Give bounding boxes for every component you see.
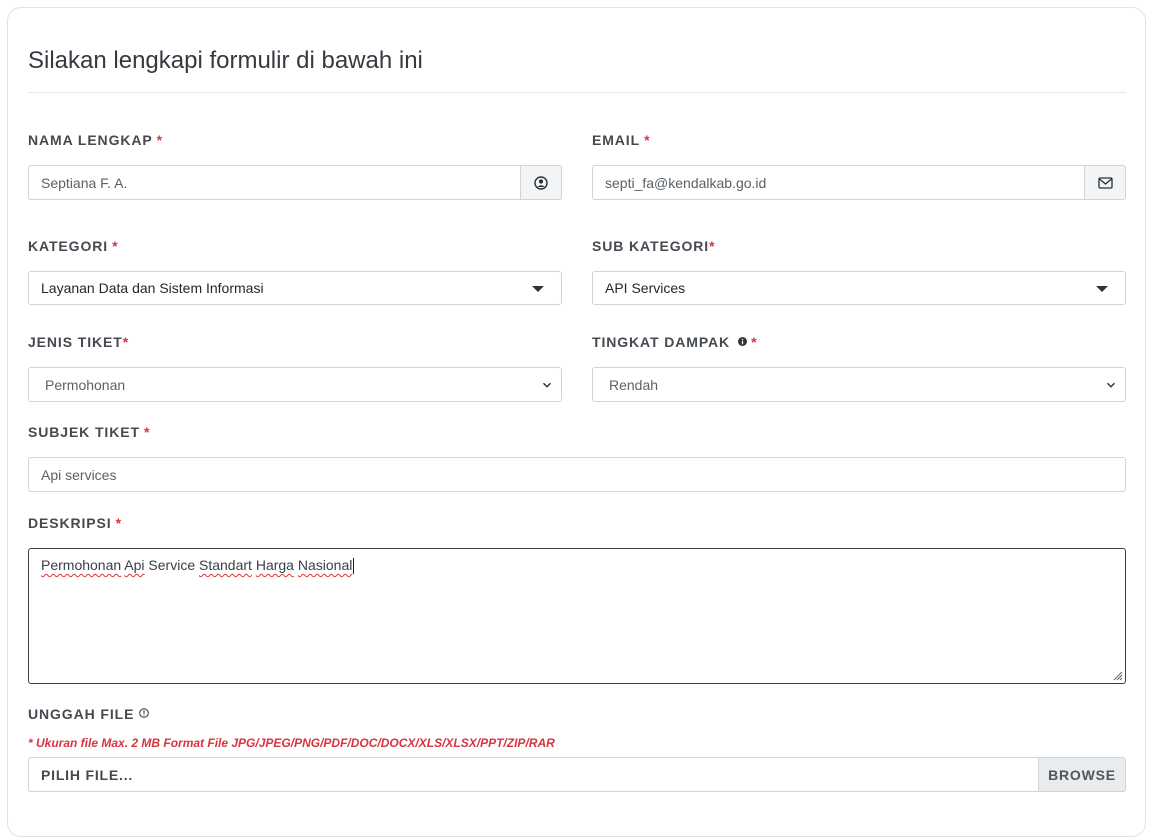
nama-label: NAMA LENGKAP * — [28, 132, 163, 148]
jenis-tiket-select[interactable]: Permohonan — [28, 367, 562, 402]
kategori-label: KATEGORI * — [28, 238, 118, 254]
deskripsi-textarea[interactable]: Permohonan Api Service Standart Harga Na… — [28, 548, 1126, 684]
info-icon — [738, 336, 748, 346]
nama-label-text: NAMA LENGKAP — [28, 132, 153, 148]
required-mark: * — [143, 424, 151, 440]
required-mark: * — [112, 238, 119, 254]
required-mark: * — [709, 238, 716, 254]
title-divider — [28, 92, 1126, 93]
sub-kategori-value: API Services — [605, 280, 686, 296]
sub-kategori-label: SUB KATEGORI* — [592, 238, 715, 254]
chevron-down-icon — [542, 382, 552, 388]
user-circle-icon — [534, 175, 548, 190]
required-mark: * — [156, 132, 163, 148]
email-input[interactable]: septi_fa@kendalkab.go.id — [592, 165, 1085, 200]
tingkat-dampak-label: TINGKAT DAMPAK * — [592, 334, 757, 350]
subjek-value: Api services — [41, 466, 117, 483]
kategori-select[interactable]: Layanan Data dan Sistem Informasi — [28, 271, 562, 305]
deskripsi-word: Standart — [199, 557, 252, 573]
required-mark: * — [751, 334, 758, 350]
unggah-label: UNGGAH FILE — [28, 706, 150, 722]
nama-input[interactable]: Septiana F. A. — [28, 165, 521, 200]
tingkat-dampak-select[interactable]: Rendah — [592, 367, 1126, 402]
tingkat-dampak-label-text: TINGKAT DAMPAK — [592, 334, 731, 350]
required-mark: * — [644, 132, 651, 148]
email-label-text: EMAIL — [592, 132, 641, 148]
sub-kategori-label-text: SUB KATEGORI — [592, 238, 710, 254]
subjek-label-text: SUBJEK TIKET — [28, 424, 140, 440]
info-outline-icon — [139, 708, 150, 719]
text-cursor — [353, 558, 355, 575]
jenis-tiket-label-text: JENIS TIKET — [28, 334, 123, 350]
file-placeholder: PILIH FILE... — [41, 766, 134, 783]
unggah-label-text: UNGGAH FILE — [28, 706, 135, 722]
jenis-tiket-value: Permohonan — [45, 376, 126, 393]
email-value: septi_fa@kendalkab.go.id — [605, 174, 767, 191]
deskripsi-word: Permohonan — [41, 557, 122, 573]
caret-down-icon — [532, 286, 544, 292]
required-mark: * — [122, 334, 130, 350]
kategori-label-text: KATEGORI — [28, 238, 109, 254]
deskripsi-word: Harga — [255, 557, 294, 573]
deskripsi-word: Nasional — [297, 557, 353, 573]
page-title: Silakan lengkapi formulir di bawah ini — [28, 47, 423, 74]
deskripsi-label-text: DESKRIPSI — [28, 515, 112, 531]
browse-button[interactable]: BROWSE — [1038, 757, 1126, 792]
tingkat-dampak-value: Rendah — [609, 376, 659, 393]
sub-kategori-select[interactable]: API Services — [592, 271, 1126, 305]
deskripsi-word: Api — [124, 557, 145, 573]
subjek-input[interactable]: Api services — [28, 457, 1126, 492]
form-card — [7, 7, 1146, 837]
email-addon — [1084, 165, 1126, 200]
chevron-down-icon — [1106, 382, 1116, 388]
resize-handle-icon[interactable] — [1111, 669, 1123, 681]
file-requirement-note: * Ukuran file Max. 2 MB Format File JPG/… — [28, 736, 555, 750]
subjek-label: SUBJEK TIKET * — [28, 424, 150, 440]
caret-down-icon — [1096, 286, 1108, 292]
email-label: EMAIL * — [592, 132, 650, 148]
file-input[interactable]: PILIH FILE... — [28, 757, 1039, 792]
kategori-value: Layanan Data dan Sistem Informasi — [41, 280, 264, 296]
envelope-icon — [1097, 176, 1113, 189]
nama-addon — [520, 165, 562, 200]
required-mark: * — [115, 515, 122, 531]
deskripsi-label: DESKRIPSI * — [28, 515, 122, 531]
browse-label: BROWSE — [1048, 766, 1116, 783]
nama-value: Septiana F. A. — [41, 174, 128, 191]
deskripsi-word: Service — [148, 557, 196, 573]
jenis-tiket-label: JENIS TIKET* — [28, 334, 129, 350]
